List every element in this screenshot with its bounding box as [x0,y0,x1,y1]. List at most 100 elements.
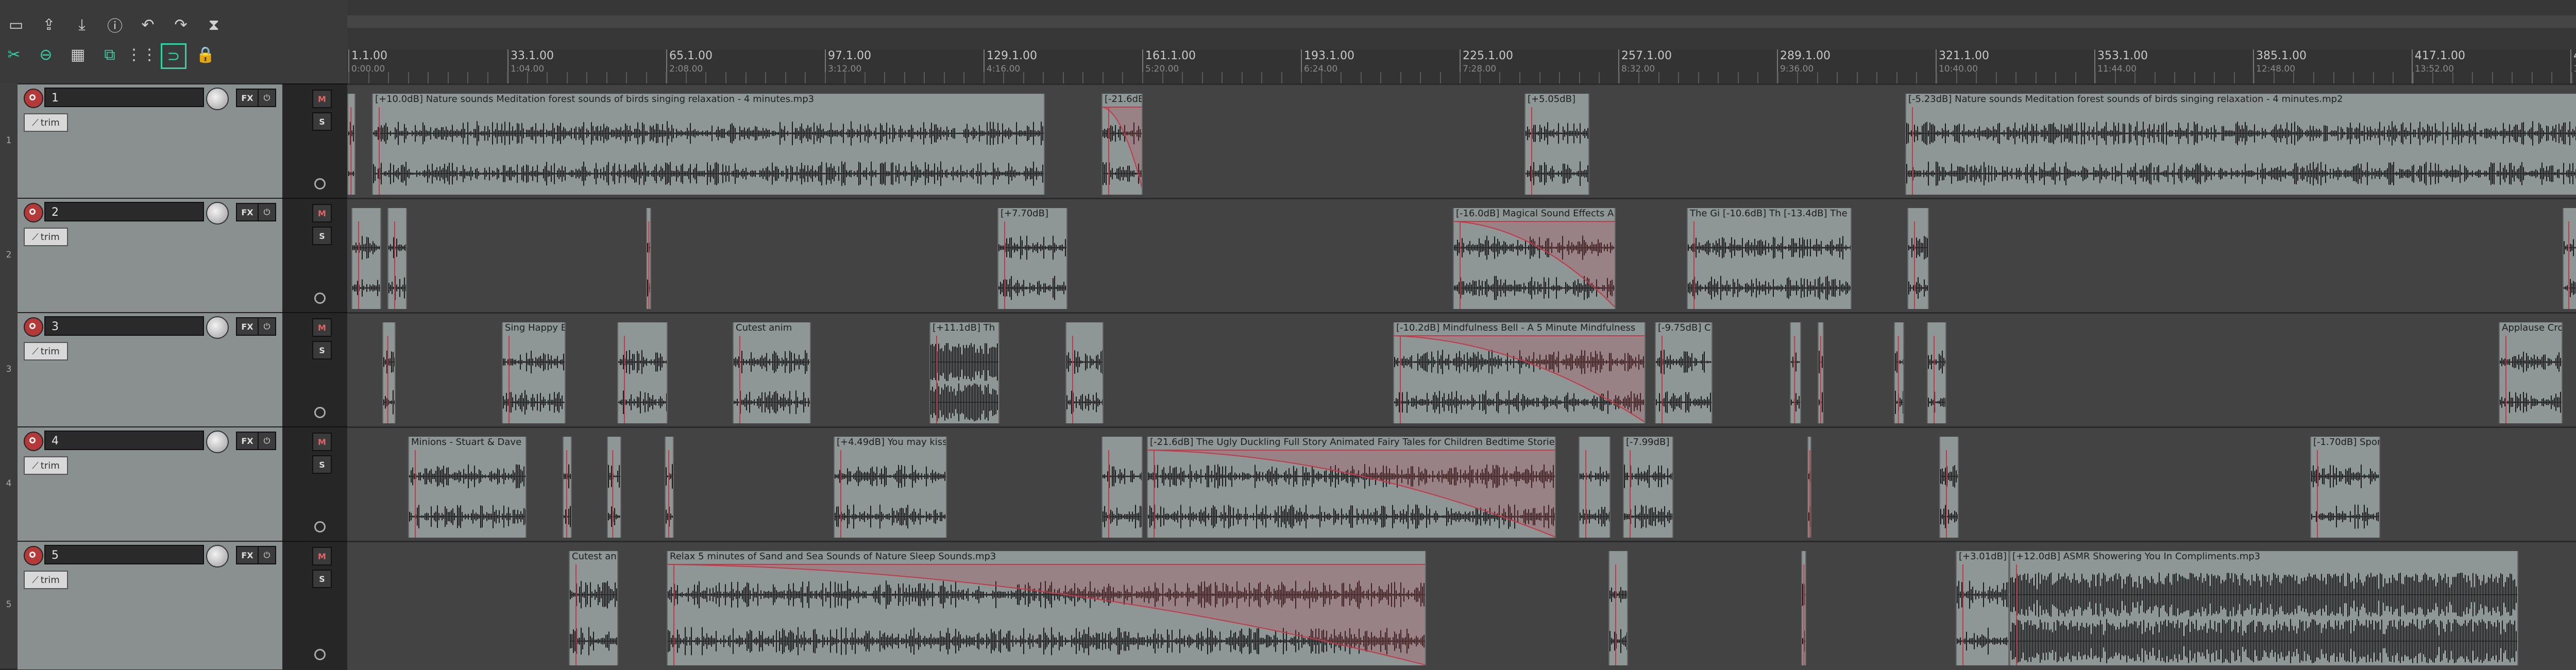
media-item[interactable] [1927,322,1946,423]
lock-icon[interactable]: 🔒 [193,43,218,66]
media-item[interactable] [617,322,668,423]
mute-button[interactable]: M [312,204,332,222]
automation-trim-button[interactable]: ⟋ trim [24,228,68,246]
grid-icon[interactable]: ▦ [65,43,91,66]
mute-button[interactable]: M [312,547,332,565]
solo-button[interactable]: S [312,341,332,359]
save-export-icon[interactable]: ⇪ [36,13,62,36]
media-item[interactable] [382,322,396,423]
media-item[interactable]: [+10.0dB] Nature sounds Meditation fores… [372,94,1045,195]
fx-bypass-icon[interactable]: ⏻ [258,89,276,107]
fx-bypass-icon[interactable]: ⏻ [258,203,276,221]
media-item[interactable]: [+11.1dB] Th [929,322,999,423]
media-item[interactable] [1939,437,1959,538]
media-item[interactable] [1790,322,1801,423]
volume-knob[interactable] [206,316,229,339]
track-name-field[interactable]: 5 [44,545,204,564]
media-item[interactable]: Minions - Stuart & Dave [408,437,527,538]
phase-icon[interactable] [314,521,326,532]
volume-knob[interactable] [206,202,229,225]
metronome-icon[interactable]: ▭ [3,13,29,36]
fx-button[interactable]: FX [236,317,259,336]
fx-bypass-icon[interactable]: ⏻ [258,317,276,336]
media-item[interactable] [1894,322,1904,423]
fx-button[interactable]: FX [236,203,259,221]
media-item[interactable] [1818,322,1824,423]
track-name-field[interactable]: 4 [44,431,204,450]
track-panel-2[interactable]: 2 FX ⏻ ⟋ trim [18,198,282,313]
mute-button[interactable]: M [312,433,332,451]
media-item[interactable]: [+12.0dB] ASMR Showering You In Complime… [2009,551,2518,665]
media-item[interactable]: [-7.99dB] [1623,437,1673,538]
media-item[interactable] [351,208,381,309]
item-grouping-icon[interactable]: ⊖ [33,43,59,66]
metronome-settings-icon[interactable]: ⧗ [201,13,227,36]
media-item[interactable]: Sing Happy B [502,322,566,423]
media-item[interactable]: Applause Cro [2499,322,2563,423]
solo-button[interactable]: S [312,570,332,588]
volume-knob[interactable] [206,545,229,568]
media-item[interactable] [1801,551,1806,665]
arrange-view[interactable]: [+10.0dB] Nature sounds Meditation fores… [347,83,2576,670]
automation-trim-button[interactable]: ⟋ trim [24,113,68,132]
media-item[interactable]: [-21.6dB] [1101,94,1143,195]
snap-icon[interactable]: ⧉ [97,43,123,66]
record-arm-button[interactable] [24,546,43,565]
volume-knob[interactable] [206,88,229,110]
media-item[interactable] [347,94,355,195]
media-item[interactable] [1907,208,1929,309]
media-item[interactable]: [-1.70dB] Spor [2310,437,2380,538]
mute-button[interactable]: M [312,90,332,108]
media-item[interactable]: Cutest an [569,551,618,665]
media-item[interactable] [1065,322,1104,423]
media-item[interactable] [1608,551,1628,665]
media-item[interactable]: The Gi [-10.6dB] Th [-13.4dB] The Gin Fa… [1687,208,1852,309]
automation-trim-button[interactable]: ⟋ trim [24,571,68,589]
phase-icon[interactable] [314,293,326,304]
fx-bypass-icon[interactable]: ⏻ [258,432,276,450]
phase-icon[interactable] [314,407,326,418]
fx-button[interactable]: FX [236,89,259,107]
fx-button[interactable]: FX [236,432,259,450]
media-item[interactable]: Cutest anim [733,322,811,423]
mute-button[interactable]: M [312,318,332,337]
locking-grid-icon[interactable]: ⋮⋮ [126,43,157,66]
track-panel-5[interactable]: 5 FX ⏻ ⟋ trim [18,541,282,669]
record-arm-button[interactable] [24,317,43,337]
record-arm-button[interactable] [24,89,43,108]
solo-button[interactable]: S [312,112,332,131]
media-item[interactable]: [-5.23dB] Nature sounds Meditation fores… [1905,94,2576,195]
media-item[interactable] [1579,437,1611,538]
track-name-field[interactable]: 2 [44,202,204,221]
media-item[interactable] [2563,208,2576,309]
media-item[interactable] [646,208,651,309]
media-item[interactable] [1807,437,1811,538]
media-item[interactable]: [-9.75dB] C [1655,322,1713,423]
undo-icon[interactable]: ↶ [135,13,161,36]
fx-button[interactable]: FX [236,546,259,564]
media-item[interactable] [665,437,674,538]
record-arm-button[interactable] [24,203,43,222]
volume-knob[interactable] [206,431,229,453]
info-icon[interactable]: ⓘ [102,13,128,36]
media-item[interactable]: [+3.01dB] [1956,551,2009,665]
phase-icon[interactable] [314,178,326,190]
record-arm-button[interactable] [24,432,43,451]
media-item[interactable]: [+5.05dB] [1524,94,1589,195]
media-item[interactable] [387,208,407,309]
media-item[interactable]: [-21.6dB] The Ugly Duckling Full Story A… [1147,437,1556,538]
media-item[interactable] [1101,437,1143,538]
track-panel-3[interactable]: 3 FX ⏻ ⟋ trim [18,312,282,427]
loop-icon[interactable]: ⊃ [161,43,187,69]
media-item[interactable]: [-10.2dB] Mindfulness Bell - A 5 Minute … [1393,322,1646,423]
track-name-field[interactable]: 1 [44,88,204,107]
media-item[interactable]: Relax 5 minutes of Sand and Sea Sounds o… [667,551,1426,665]
media-item[interactable] [607,437,621,538]
solo-button[interactable]: S [312,227,332,245]
horizontal-scrollbar[interactable] [347,15,2576,28]
track-name-field[interactable]: 3 [44,316,204,336]
media-item[interactable] [563,437,572,538]
track-panel-4[interactable]: 4 FX ⏻ ⟋ trim [18,426,282,542]
automation-trim-button[interactable]: ⟋ trim [24,342,68,360]
media-item[interactable]: [-16.0dB] Magical Sound Effects AI [1453,208,1616,309]
